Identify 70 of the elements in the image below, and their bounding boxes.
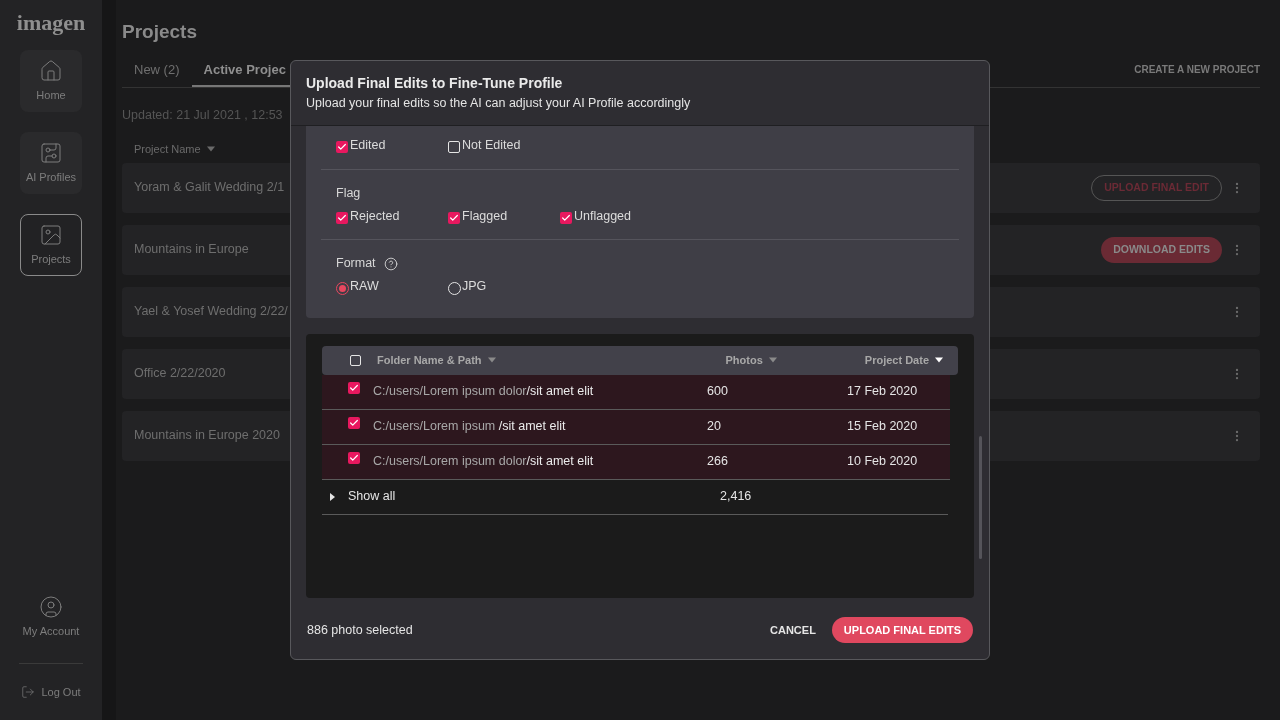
dialog-subtitle: Upload your final edits so the AI can adjust your AI Profile accordingly [306,95,692,112]
checkbox[interactable] [560,211,572,224]
project-name: Mountains in Europe [134,241,249,259]
page-title: Projects [122,20,198,44]
logout-icon [21,684,36,699]
selection-count: 886 photo selected [307,621,413,639]
create-project-link[interactable]: CREATE A NEW PROJECT [1134,62,1260,87]
sort-caret-icon [206,145,215,152]
folder-path: C:/users/Lorem ipsum dolor/sit amet elit [373,453,595,471]
photo-count: 600 [707,383,729,401]
column-header: Photos [725,353,763,368]
expand-caret-icon [330,492,335,501]
account-button[interactable]: My Account [22,594,80,639]
checkbox[interactable] [336,141,348,154]
nav-item[interactable]: Home [20,50,82,112]
download-edits-button[interactable]: DOWNLOAD EDITS [1101,236,1222,263]
folder-path: C:/users/Lorem ipsum /sit amet elit [373,418,567,436]
project-name: Mountains in Europe 2020 [134,427,280,445]
project-name: Office 2/22/2020 [134,365,226,383]
option-label: RAW [350,278,379,295]
checkbox[interactable] [348,416,360,429]
filter-label: Flag [336,184,361,202]
chip-icon [39,140,63,165]
photo-count: 20 [707,418,722,436]
folder-row[interactable]: C:/users/Lorem ipsum /sit amet elit 20 15 Feb 2020 [322,409,950,445]
sort-caret-icon [935,357,943,364]
show-all-row[interactable]: Show all 2,416 [322,479,948,515]
logo: imagen [16,12,86,34]
cancel-button[interactable]: CANCEL [766,617,820,643]
option-label: Flagged [462,207,508,225]
column-header: Folder Name & Path [377,353,482,368]
folder-row[interactable]: C:/users/Lorem ipsum dolor/sit amet elit 600 17 Feb 2020 [322,374,950,410]
option-label: Rejected [350,207,400,225]
dialog-title: Upload Final Edits to Fine-Tune Profile [306,74,564,93]
sort-caret-icon [768,357,777,364]
upload-final-edits-button[interactable]: UPLOAD FINAL EDITS [831,617,973,643]
nav-item[interactable]: AI Profiles [20,132,82,194]
total-count: 2,416 [720,488,752,506]
image-icon [39,222,63,247]
folder-row[interactable]: C:/users/Lorem ipsum dolor/sit amet elit 266 10 Feb 2020 [322,444,950,480]
nav-item[interactable]: Projects [20,214,82,276]
column-header: Project Name [134,141,201,157]
filter-label: Format [336,255,376,273]
sort-caret-icon [487,357,496,364]
checkbox[interactable] [448,211,460,224]
option-label: Not Edited [462,137,521,154]
project-date: 10 Feb 2020 [847,453,918,471]
checkbox[interactable] [348,381,360,394]
checkbox[interactable] [348,451,360,464]
project-name: Yoram & Galit Wedding 2/1 [134,179,285,197]
checkbox[interactable] [336,211,348,224]
home-icon [39,58,63,83]
option-label: JPG [462,278,487,295]
project-date: 17 Feb 2020 [847,383,918,401]
checkbox[interactable] [448,141,460,154]
tab[interactable]: New (2) [122,59,192,87]
show-all-label: Show all [348,488,397,506]
updated-text: Updated: 21 Jul 2021 , 12:53 [122,107,284,124]
option-label: Unflagged [574,207,631,225]
project-name: Yael & Yosef Wedding 2/22/ [134,303,288,321]
help-icon[interactable] [383,256,398,271]
user-icon [39,594,63,619]
column-header: Project Date [864,353,929,368]
folder-path: C:/users/Lorem ipsum dolor/sit amet elit [373,383,595,401]
photo-count: 266 [707,453,729,471]
logout-button[interactable]: Log Out [21,683,81,700]
scrollbar[interactable] [979,435,982,559]
project-date: 15 Feb 2020 [847,418,918,436]
checkbox[interactable] [350,354,361,366]
option-label: Edited [350,137,386,154]
